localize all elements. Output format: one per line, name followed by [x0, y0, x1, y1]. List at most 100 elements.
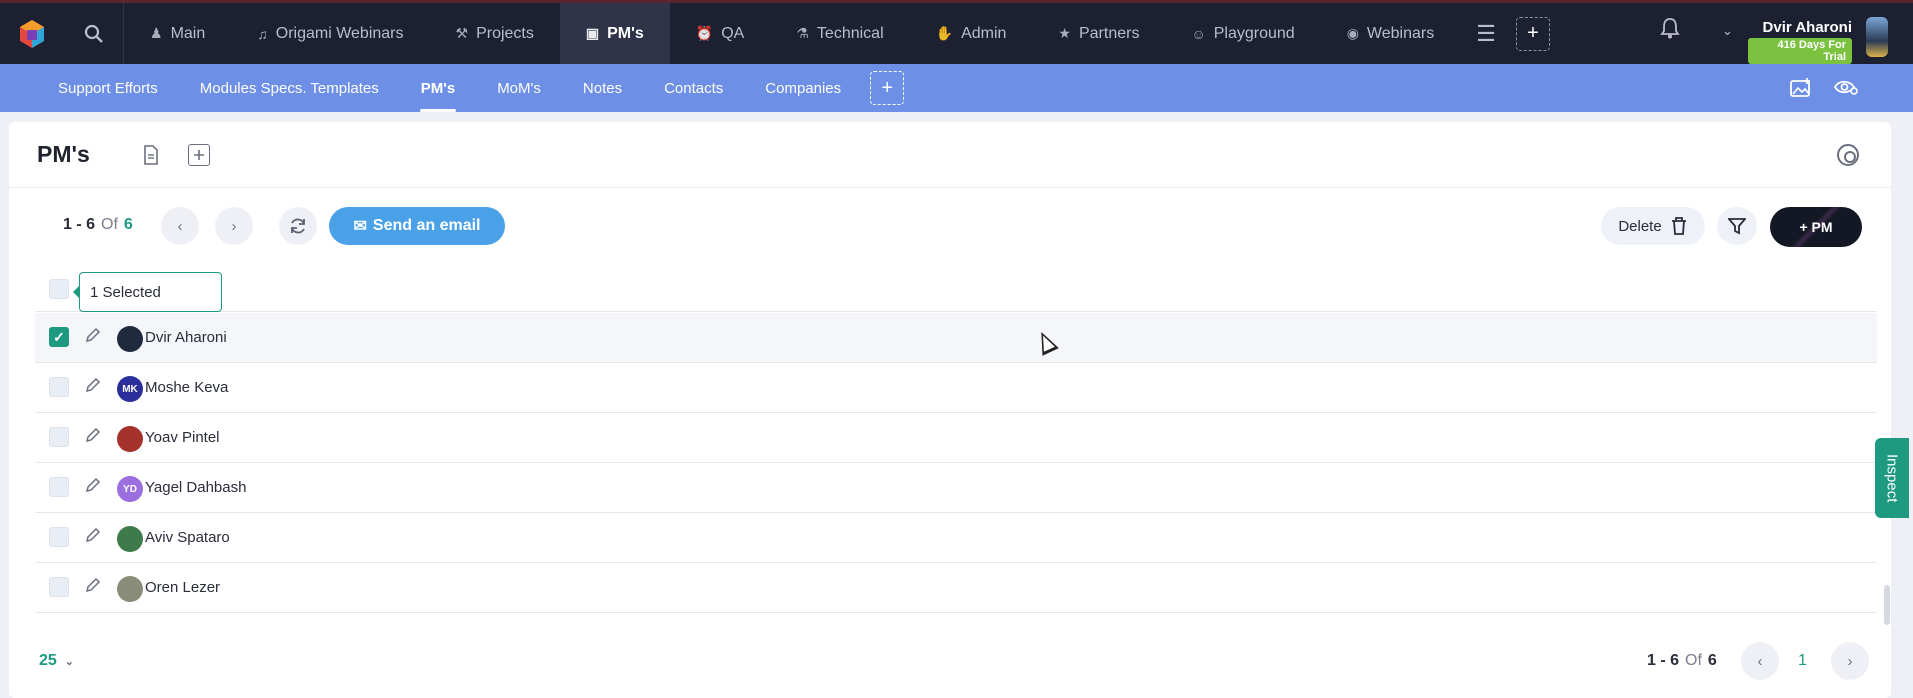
avatar: MK	[117, 376, 143, 402]
row-name[interactable]: Oren Lezer	[145, 579, 220, 596]
user-name: Dvir Aharoni	[1762, 19, 1852, 36]
sub-navigation-bar: Support Efforts Modules Specs. Templates P…	[0, 64, 1913, 112]
delete-label: Delete	[1618, 217, 1662, 235]
avatar	[117, 326, 143, 352]
image-add-icon[interactable]	[1790, 78, 1812, 103]
star-icon: ★	[1058, 25, 1071, 41]
subtab-mom-s[interactable]: MoM's	[476, 64, 562, 112]
subtab-contacts[interactable]: Contacts	[643, 64, 744, 112]
tab-origami-webinars[interactable]: ♫ Origami Webinars	[231, 3, 429, 64]
table-row[interactable]: MK Moshe Keva	[35, 363, 1877, 413]
row-name[interactable]: Dvir Aharoni	[145, 329, 227, 346]
add-box-icon[interactable]	[187, 143, 210, 166]
tab-pm-s[interactable]: ▣ PM's	[559, 3, 670, 64]
row-checkbox[interactable]	[49, 427, 69, 447]
footer-total: 6	[1707, 652, 1717, 669]
document-icon[interactable]	[140, 144, 162, 166]
subtab-companies[interactable]: Companies	[744, 64, 862, 112]
eye-settings-icon[interactable]	[1833, 78, 1858, 101]
table-footer: 25 ⌄ 1 - 6 Of 6 ‹ 1 ›	[9, 642, 1891, 682]
tab-label: Admin	[961, 24, 1007, 42]
subtab-support-efforts[interactable]: Support Efforts	[37, 64, 179, 112]
filter-button[interactable]	[1717, 207, 1757, 245]
pencil-icon[interactable]	[85, 577, 105, 597]
select-all-checkbox[interactable]	[49, 279, 69, 299]
search-button[interactable]	[64, 3, 124, 64]
avatar	[117, 576, 143, 602]
row-name[interactable]: Moshe Keva	[145, 379, 228, 396]
tab-playground[interactable]: ☺ Playground	[1165, 3, 1320, 64]
row-checkbox[interactable]	[49, 527, 69, 547]
filter-icon	[1728, 218, 1746, 235]
subtab-modules-specs-templates[interactable]: Modules Specs. Templates	[179, 64, 400, 112]
row-checkbox[interactable]	[49, 477, 69, 497]
tab-technical[interactable]: ⚗ Technical	[770, 3, 909, 64]
app-logo[interactable]	[0, 3, 64, 64]
tab-partners[interactable]: ★ Partners	[1032, 3, 1165, 64]
row-name[interactable]: Aviv Spataro	[145, 529, 230, 546]
inspect-tab[interactable]: Inspect	[1875, 438, 1909, 518]
add-pm-label: + PM	[1799, 219, 1833, 235]
delete-button[interactable]: Delete	[1601, 207, 1705, 245]
pager-summary: 1 - 6 Of 6	[63, 216, 133, 234]
hamburger-menu-icon[interactable]: ☰	[1460, 3, 1512, 64]
tab-main[interactable]: ♟ Main	[124, 3, 231, 64]
tab-webinars[interactable]: ◉ Webinars	[1321, 3, 1461, 64]
pms-table: ✓ Dvir Aharoni MK Moshe Keva Yoav Pintel YD Ya…	[35, 313, 1877, 613]
trash-icon	[1671, 217, 1686, 235]
footer-prev-page-button[interactable]: ‹	[1741, 642, 1779, 680]
tab-label: Webinars	[1366, 24, 1435, 42]
avatar[interactable]	[1866, 17, 1888, 57]
next-page-button[interactable]: ›	[215, 207, 253, 245]
pencil-icon[interactable]	[85, 377, 105, 397]
list-toolbar: 1 - 6 Of 6 ‹ › ✉ Send an email Delete + PM	[9, 204, 1891, 248]
pencil-icon[interactable]	[85, 427, 105, 447]
music-icon: ♫	[257, 25, 268, 42]
chevron-down-icon[interactable]: ⌄	[1722, 23, 1733, 39]
pencil-icon[interactable]	[85, 327, 105, 347]
scrollbar[interactable]	[1884, 585, 1890, 625]
tab-projects[interactable]: ⚒ Projects	[430, 3, 560, 64]
settings-icon[interactable]	[1837, 144, 1859, 166]
row-checkbox[interactable]: ✓	[49, 327, 69, 347]
tab-qa[interactable]: ⏰ QA	[670, 3, 771, 64]
chevron-down-icon: ⌄	[64, 656, 75, 668]
per-page-select[interactable]: 25 ⌄	[39, 652, 74, 670]
row-checkbox[interactable]	[49, 577, 69, 597]
trial-badge: 416 Days For Trial	[1748, 38, 1852, 64]
pms-panel: PM's 1 - 6 Of 6 ‹ › ✉ Send an email Delete	[9, 122, 1891, 698]
row-checkbox[interactable]	[49, 377, 69, 397]
bell-icon[interactable]	[1660, 17, 1680, 45]
pencil-icon[interactable]	[85, 527, 105, 547]
add-subtab-button[interactable]: +	[870, 71, 905, 105]
add-tab-button[interactable]: +	[1515, 16, 1550, 51]
flask-icon: ⚗	[796, 25, 809, 41]
table-row[interactable]: Aviv Spataro	[35, 513, 1877, 563]
row-name[interactable]: Yoav Pintel	[145, 429, 220, 446]
prev-page-button[interactable]: ‹	[161, 207, 199, 245]
send-email-button[interactable]: ✉ Send an email	[329, 207, 505, 245]
user-info[interactable]: Dvir Aharoni 416 Days For Trial	[1748, 19, 1852, 65]
table-row[interactable]: YD Yagel Dahbash	[35, 463, 1877, 513]
subtab-notes[interactable]: Notes	[562, 64, 643, 112]
hammer-icon: ⚒	[455, 25, 469, 41]
pencil-icon[interactable]	[85, 477, 105, 497]
add-pm-button[interactable]: + PM	[1770, 207, 1862, 247]
footer-next-page-button[interactable]: ›	[1831, 642, 1869, 680]
subtab-pm-s[interactable]: PM's	[400, 64, 476, 112]
refresh-button[interactable]	[279, 207, 317, 245]
search-icon	[84, 24, 103, 43]
tab-label: Origami Webinars	[275, 24, 404, 42]
current-page-number[interactable]: 1	[1798, 652, 1807, 670]
row-name[interactable]: Yagel Dahbash	[145, 479, 246, 496]
smile-icon: ☺	[1191, 25, 1206, 42]
tab-admin[interactable]: ✋ Admin	[910, 3, 1033, 64]
selection-header-row: 1 Selected	[35, 266, 1877, 312]
sub-tabs: Support Efforts Modules Specs. Templates P…	[37, 64, 862, 112]
table-row[interactable]: ✓ Dvir Aharoni	[35, 313, 1877, 363]
table-row[interactable]: Oren Lezer	[35, 563, 1877, 613]
tab-label: Partners	[1078, 24, 1140, 42]
table-row[interactable]: Yoav Pintel	[35, 413, 1877, 463]
tab-label: Technical	[816, 24, 884, 42]
page-title: PM's	[37, 141, 90, 167]
